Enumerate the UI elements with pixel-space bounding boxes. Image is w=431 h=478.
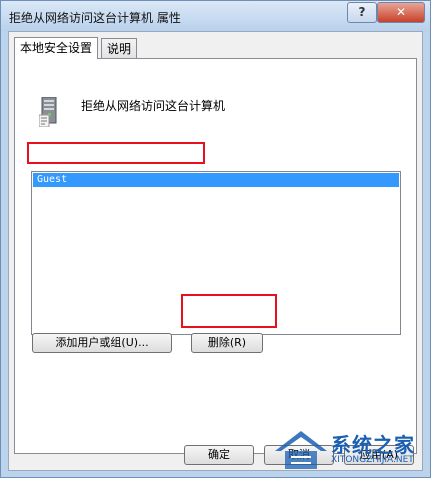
server-computer-icon <box>39 97 57 127</box>
ok-button[interactable]: 确定 <box>184 445 254 465</box>
help-button[interactable]: ? <box>347 2 377 23</box>
accounts-listbox[interactable]: Guest <box>31 171 401 335</box>
properties-dialog: 拒绝从网络访问这台计算机 属性 ? ✕ 本地安全设置 说明 拒绝从网络访问这台计… <box>0 0 431 478</box>
tab-explain[interactable]: 说明 <box>101 38 138 58</box>
dialog-client-area: 本地安全设置 说明 拒绝从网络访问这台计算机 Guest 添加用户或组(U)..… <box>8 31 423 471</box>
tab-panel: 拒绝从网络访问这台计算机 Guest 添加用户或组(U)... 删除(R) <box>14 58 417 454</box>
watermark: 系统之家 XITONGZHIJIA.NET <box>271 421 431 477</box>
window-title: 拒绝从网络访问这台计算机 属性 <box>9 11 181 25</box>
list-item-guest[interactable]: Guest <box>33 173 399 187</box>
close-button[interactable]: ✕ <box>377 2 425 23</box>
add-user-or-group-button[interactable]: 添加用户或组(U)... <box>32 333 172 353</box>
house-logo-icon <box>275 431 327 469</box>
watermark-brand: 系统之家 <box>331 433 415 457</box>
tab-local-security-setting[interactable]: 本地安全设置 <box>14 37 99 59</box>
remove-button[interactable]: 删除(R) <box>191 333 263 353</box>
title-bar[interactable]: 拒绝从网络访问这台计算机 属性 ? ✕ <box>1 1 430 31</box>
watermark-url: XITONGZHIJIA.NET <box>331 455 414 465</box>
policy-title: 拒绝从网络访问这台计算机 <box>81 99 226 113</box>
